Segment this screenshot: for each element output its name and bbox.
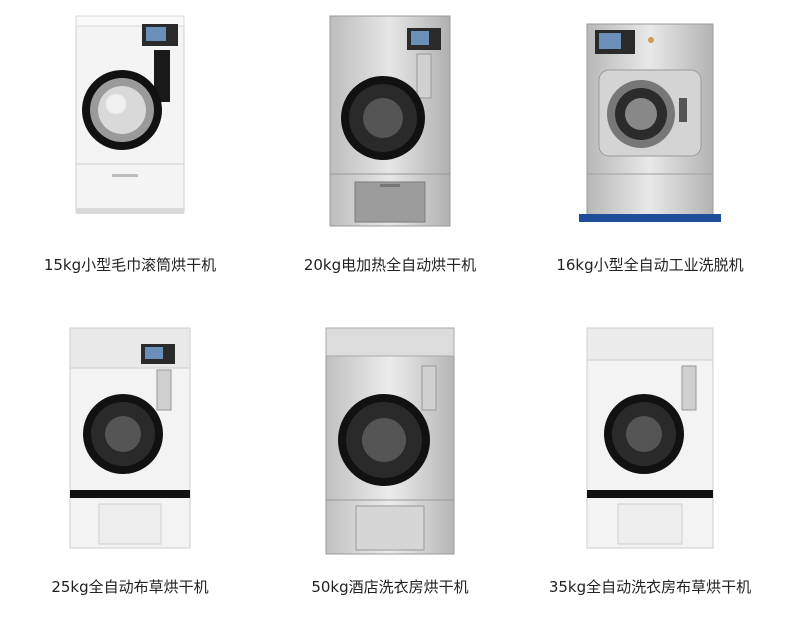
product-card[interactable]: 35kg全自动洗衣房布草烘干机 — [525, 326, 775, 596]
product-card[interactable]: 15kg小型毛巾滚筒烘干机 — [5, 14, 255, 274]
product-caption[interactable]: 35kg全自动洗衣房布草烘干机 — [525, 576, 775, 597]
product-caption[interactable]: 15kg小型毛巾滚筒烘干机 — [5, 254, 255, 275]
steel-large-dryer-icon — [325, 327, 455, 555]
white-dryer-black-band-icon — [586, 327, 714, 549]
steel-washer-extractor-icon — [579, 23, 721, 222]
product-caption[interactable]: 25kg全自动布草烘干机 — [5, 576, 255, 597]
product-caption[interactable]: 50kg酒店洗衣房烘干机 — [265, 576, 515, 597]
product-card[interactable]: 16kg小型全自动工业洗脱机 — [525, 14, 775, 274]
white-dryer-black-band-icon — [69, 327, 191, 549]
steel-electric-dryer-icon — [329, 15, 451, 227]
product-card[interactable]: 25kg全自动布草烘干机 — [5, 326, 255, 596]
product-card[interactable]: 50kg酒店洗衣房烘干机 — [265, 326, 515, 596]
product-caption[interactable]: 16kg小型全自动工业洗脱机 — [525, 254, 775, 275]
product-card[interactable]: 20kg电加热全自动烘干机 — [265, 14, 515, 274]
white-compact-dryer-icon — [75, 15, 185, 214]
product-grid: 15kg小型毛巾滚筒烘干机 20kg电加热全自动烘干机 16kg小型全自动工业洗… — [0, 0, 790, 624]
product-caption[interactable]: 20kg电加热全自动烘干机 — [265, 254, 515, 275]
